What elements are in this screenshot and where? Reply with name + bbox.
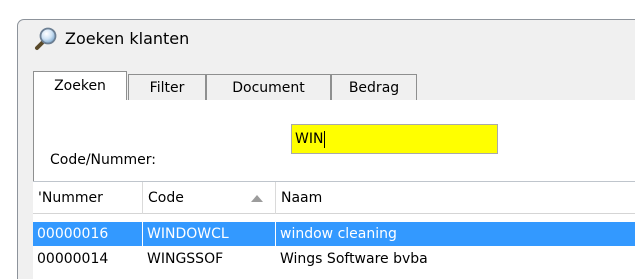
text-caret: [324, 130, 326, 148]
code-number-input[interactable]: WIN: [291, 124, 498, 154]
cell-naam: window cleaning: [280, 226, 397, 242]
grid-header: 'Nummer Code Naam: [33, 181, 635, 214]
search-icon: [35, 27, 57, 50]
cell-nummer: 00000016: [33, 222, 143, 246]
sort-ascending-icon: [251, 195, 263, 202]
column-header-code-label: Code: [148, 190, 184, 206]
column-header-nummer[interactable]: 'Nummer: [33, 182, 143, 214]
cell-nummer: 00000014: [37, 251, 109, 267]
tab-filter[interactable]: Filter: [128, 74, 206, 101]
table-row[interactable]: 00000016 WINDOWCL window cleaning: [33, 222, 635, 246]
table-row[interactable]: 00000014 WINGSSOF Wings Software bvba: [33, 247, 635, 271]
tab-document[interactable]: Document: [206, 74, 331, 101]
title-bar[interactable]: Zoeken klanten: [18, 20, 635, 57]
cell-code: WINDOWCL: [143, 222, 276, 246]
code-number-value: WIN: [295, 131, 324, 147]
tab-zoeken[interactable]: Zoeken: [33, 71, 127, 101]
cell-naam: Wings Software bvba: [280, 251, 428, 267]
tab-bedrag[interactable]: Bedrag: [331, 74, 417, 101]
column-header-naam[interactable]: Naam: [276, 182, 635, 214]
tab-strip: Zoeken Filter Document Bedrag: [33, 70, 635, 101]
window-title: Zoeken klanten: [65, 29, 190, 48]
results-grid: 'Nummer Code Naam 00000016 WINDOWCL wind…: [33, 181, 635, 279]
cell-code: WINGSSOF: [147, 251, 224, 267]
column-header-code[interactable]: Code: [143, 182, 276, 214]
code-number-label: Code/Nummer:: [50, 152, 157, 168]
